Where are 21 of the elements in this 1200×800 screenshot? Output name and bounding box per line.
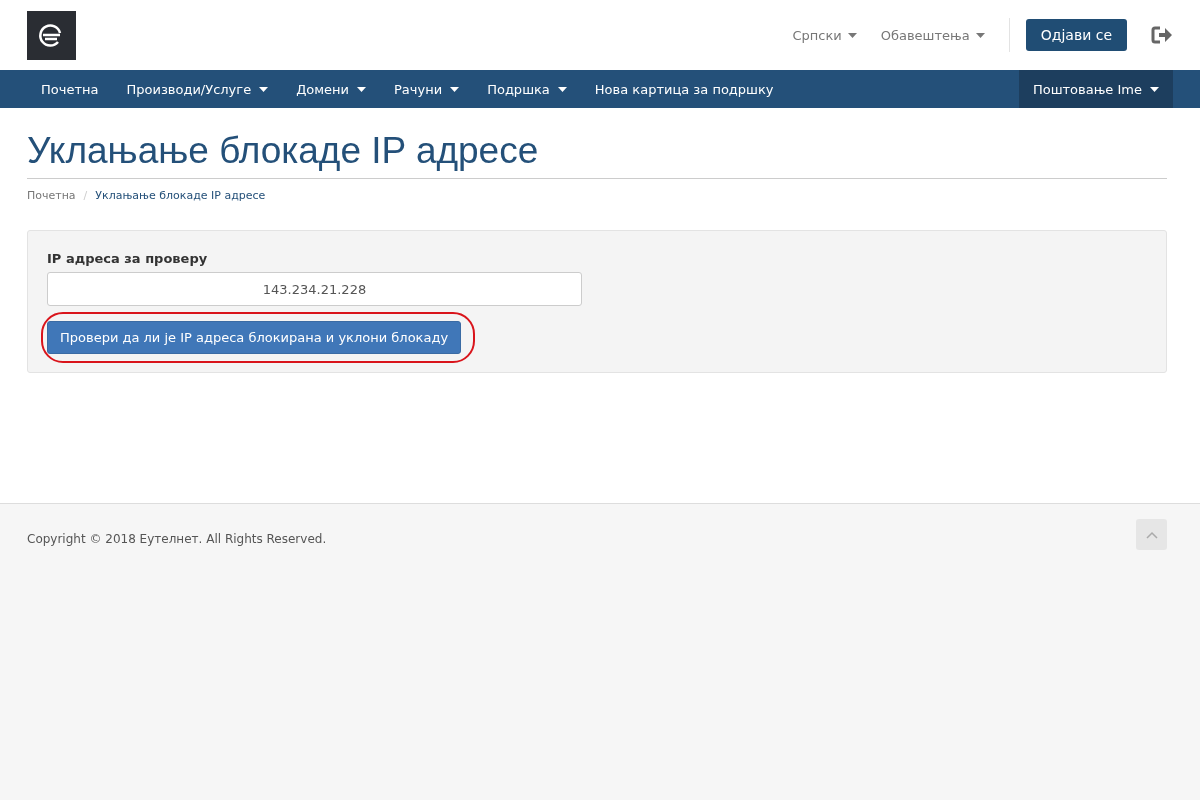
breadcrumb-separator: / xyxy=(83,189,88,202)
logout-icon[interactable] xyxy=(1151,26,1173,44)
logout-button[interactable]: Одјави се xyxy=(1025,19,1127,51)
nav-item[interactable]: Рачуни xyxy=(380,70,474,108)
nav-item[interactable]: Домени xyxy=(282,70,380,108)
nav-item[interactable]: Почетна xyxy=(27,70,113,108)
field-label: IP адреса за проверу xyxy=(47,251,209,266)
language-menu[interactable]: Српски xyxy=(792,27,857,43)
logo xyxy=(27,10,76,60)
nav-item[interactable]: Нова картица за подршку xyxy=(580,70,788,108)
nav-item[interactable]: Подршка xyxy=(473,70,581,108)
breadcrumb-link[interactable]: Почетна xyxy=(27,189,76,202)
copyright-text: Copyright © 2018 Еутелнет. All Rights Reserved. xyxy=(27,532,327,548)
chevron-up-icon xyxy=(1145,530,1158,539)
nav-item[interactable]: Производи/Услуге xyxy=(112,70,283,108)
ip-address-field[interactable]: 143.234.21.228 xyxy=(47,272,582,306)
account-menu[interactable]: Поштовање Ime xyxy=(1018,70,1173,108)
check-unblock-button[interactable]: Провери да ли је IP адреса блокирана и уклони блокаду xyxy=(47,321,462,354)
breadcrumb-link[interactable]: Уклањање блокаде IP адресе xyxy=(95,189,266,202)
notifications-menu[interactable]: Обавештења xyxy=(880,27,985,43)
page-title: Уклањање блокаде IP адресе xyxy=(27,130,1167,179)
